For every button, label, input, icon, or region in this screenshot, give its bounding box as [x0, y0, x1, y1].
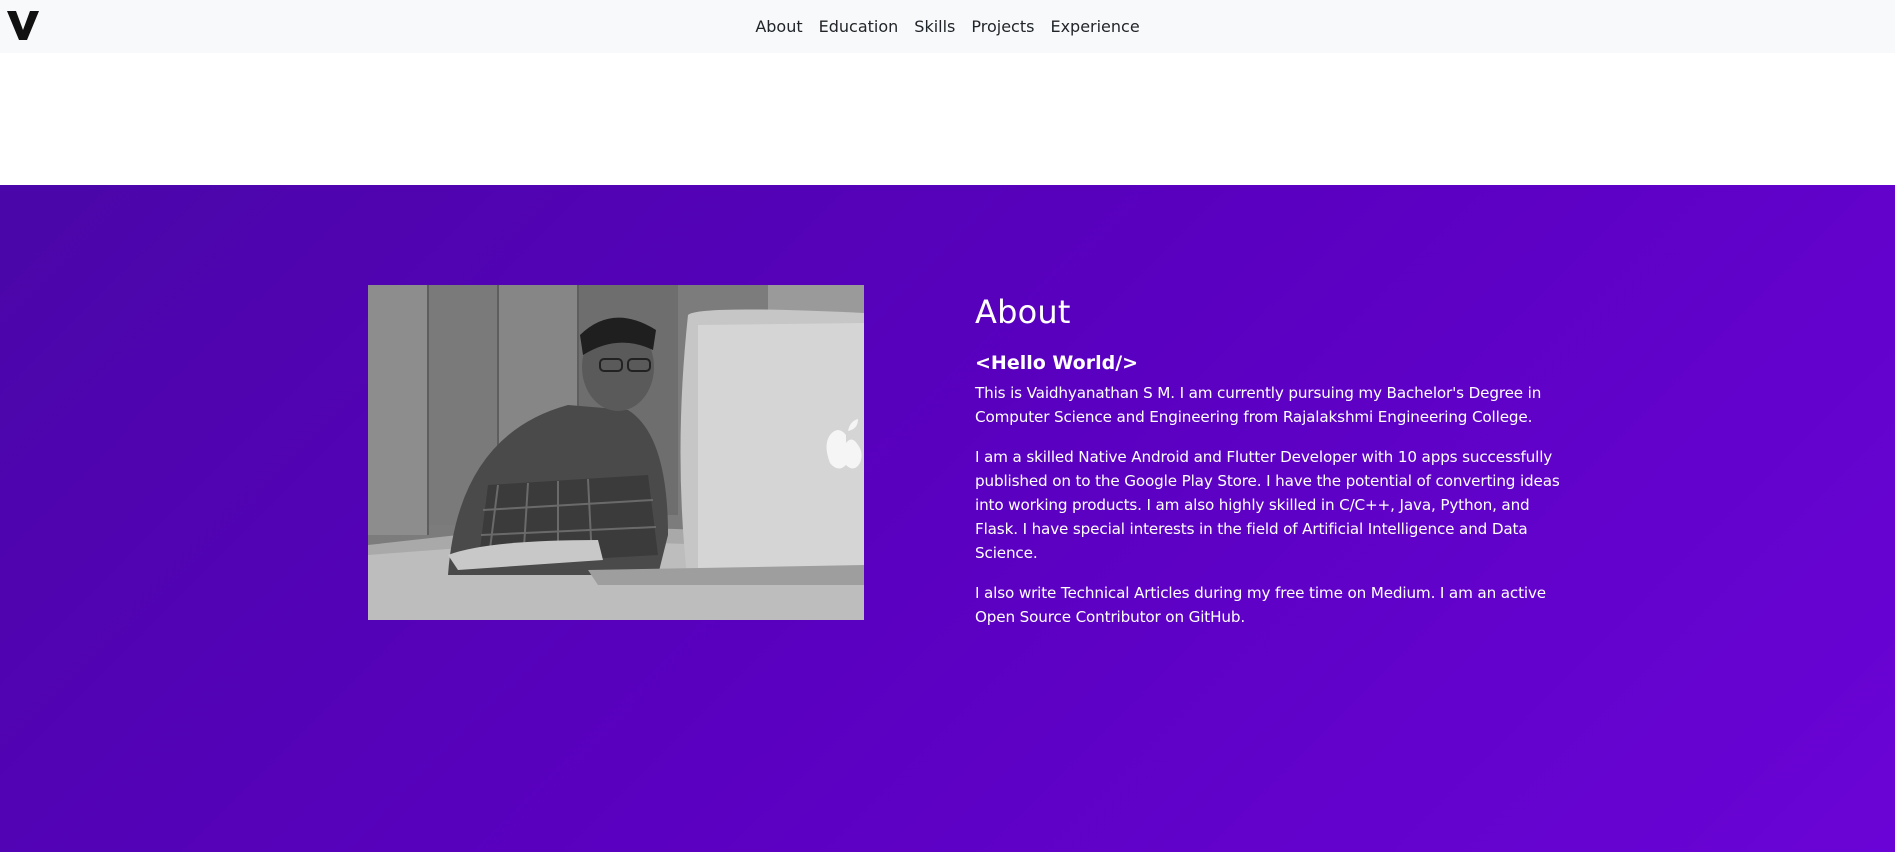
- nav-link-about[interactable]: About: [755, 17, 802, 36]
- about-subtitle: <Hello World/>: [975, 352, 1139, 374]
- about-section: About <Hello World/> This is Vaidhyanath…: [0, 185, 1895, 852]
- header-spacer: [0, 53, 1895, 185]
- about-paragraph-skills: I am a skilled Native Android and Flutte…: [975, 448, 1560, 562]
- about-paragraph-intro: This is Vaidhyanathan S M. I am currentl…: [975, 384, 1542, 426]
- navbar: About Education Skills Projects Experien…: [0, 0, 1895, 53]
- profile-photo: [368, 285, 864, 620]
- about-title: About: [975, 293, 1071, 331]
- nav-link-skills[interactable]: Skills: [914, 17, 955, 36]
- nav-link-education[interactable]: Education: [819, 17, 899, 36]
- nav-link-projects[interactable]: Projects: [971, 17, 1034, 36]
- nav-link-experience[interactable]: Experience: [1050, 17, 1139, 36]
- about-paragraph-writing: I also write Technical Articles during m…: [975, 584, 1546, 626]
- about-content: About <Hello World/> This is Vaidhyanath…: [975, 293, 1575, 645]
- main-nav: About Education Skills Projects Experien…: [0, 0, 1895, 53]
